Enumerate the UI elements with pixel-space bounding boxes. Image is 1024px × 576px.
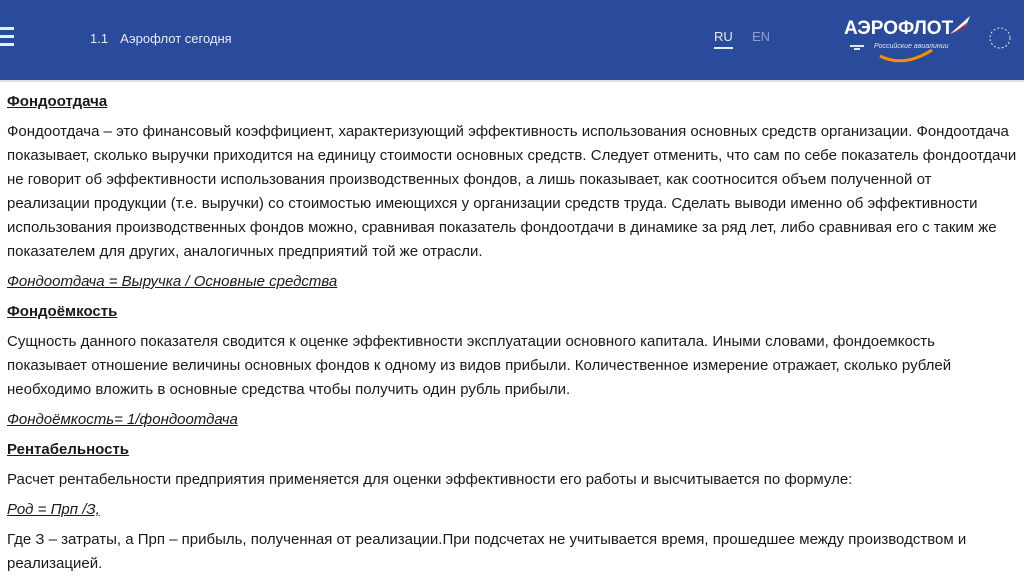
section-title: 1.1 Аэрофлот сегодня [90,31,232,46]
svg-text:АЭРОФЛОТ: АЭРОФЛОТ [844,18,954,39]
hamburger-menu-icon[interactable] [0,27,14,49]
formula-fondoemkost: Фондоёмкость= 1/фондоотдача [7,411,238,428]
lang-en-button[interactable]: EN [752,29,770,44]
article-body: Фондоотдача Фондоотдача – это финансовый… [0,82,1024,576]
paragraph-fondootdacha: Фондоотдача – это финансовый коэффициент… [7,123,1017,260]
formula-rentabelnost: Род = Прп /З, [7,501,100,518]
paragraph-explanation: Где З – затраты, а Прп – прибыль, получе… [7,531,967,572]
lang-ru-button[interactable]: RU [714,29,733,49]
formula-fondootdacha: Фондоотдача = Выручка / Основные средств… [7,273,338,290]
top-bar: 1.1 Аэрофлот сегодня RU EN АЭРОФЛОТ Росси… [0,0,1024,82]
section-number: 1.1 [90,31,109,46]
aeroflot-logo: АЭРОФЛОТ Российские авиалинии [842,12,1017,68]
section-name: Аэрофлот сегодня [120,31,232,46]
paragraph-rentabelnost: Расчет рентабельности предприятия примен… [7,471,853,488]
svg-text:Российские авиалинии: Российские авиалинии [874,42,949,50]
heading-rentabelnost: Рентабельность [7,441,130,458]
heading-fondoemkost: Фондоёмкость [7,303,118,320]
heading-fondootdacha: Фондоотдача [7,93,108,110]
paragraph-fondoemkost: Сущность данного показателя сводится к о… [7,333,952,398]
